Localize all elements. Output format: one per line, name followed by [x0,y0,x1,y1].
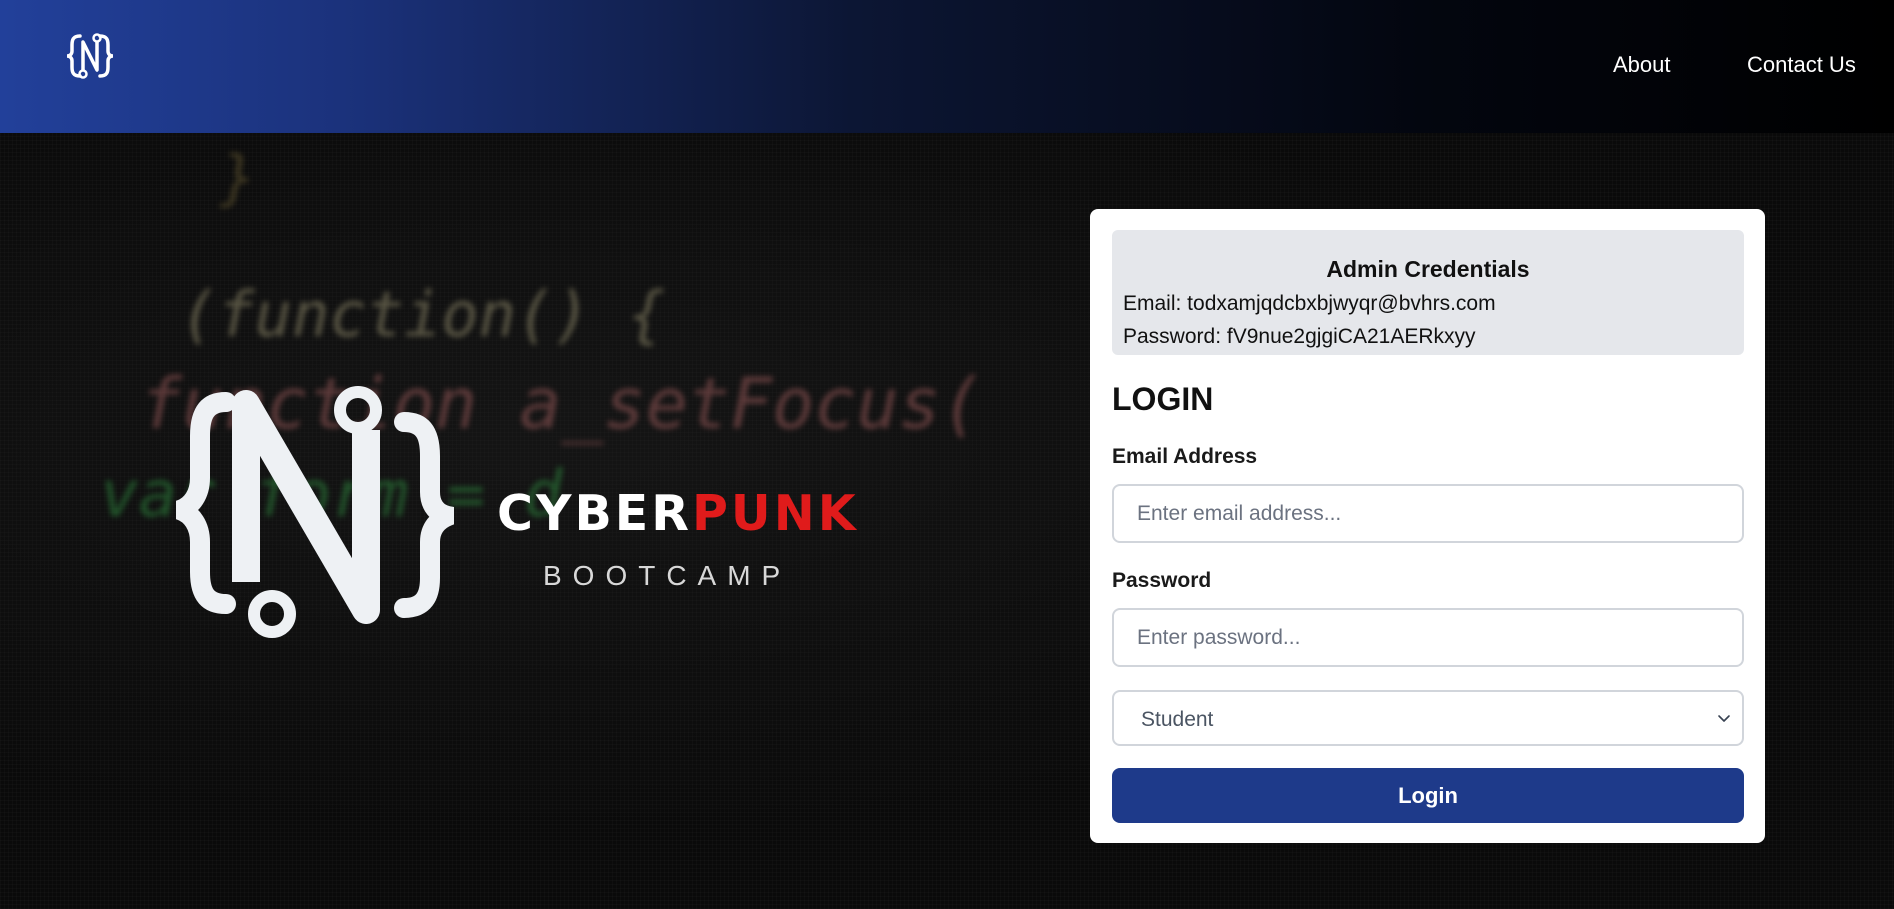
code-line: } [220,143,257,213]
brand-subtitle: BOOTCAMP [543,560,792,591]
role-select[interactable]: Student [1112,690,1744,746]
login-heading: LOGIN [1112,381,1214,417]
email-label: Email Address [1112,445,1258,468]
admin-credentials-password: Password: fV9nue2gjgiCA21AERkxyy [1123,325,1476,348]
admin-credentials-box: Admin Credentials Email: todxamjqdcbxbjw… [1112,230,1744,355]
brand-name-cyber: CYBER [497,485,692,542]
code-line: (function() { [180,278,666,351]
brand-logo-icon [176,386,454,638]
page: About Contact Us } (function() { functio… [0,0,1894,909]
blurred-code-background: } (function() { function a_setFocus( var… [0,133,1100,633]
top-navbar: About Contact Us [0,0,1894,133]
admin-credentials-email: Email: todxamjqdcbxbjwyqr@bvhrs.com [1123,292,1496,315]
login-card: Admin Credentials Email: todxamjqdcbxbjw… [1090,209,1765,843]
password-input[interactable] [1112,608,1744,667]
login-button[interactable]: Login [1112,768,1744,823]
nav-link-contact-us[interactable]: Contact Us [1747,52,1856,78]
brand-name-punk: PUNK [692,485,859,542]
chevron-down-icon [1718,715,1730,722]
password-label: Password [1112,569,1212,592]
email-input[interactable] [1112,484,1744,543]
admin-credentials-title: Admin Credentials [1326,256,1530,282]
role-select-value: Student [1141,708,1214,731]
curly-brace-n-logo-icon[interactable] [64,30,116,82]
brand-name: CYBERPUNK [497,485,859,542]
nav-link-about[interactable]: About [1613,52,1671,78]
